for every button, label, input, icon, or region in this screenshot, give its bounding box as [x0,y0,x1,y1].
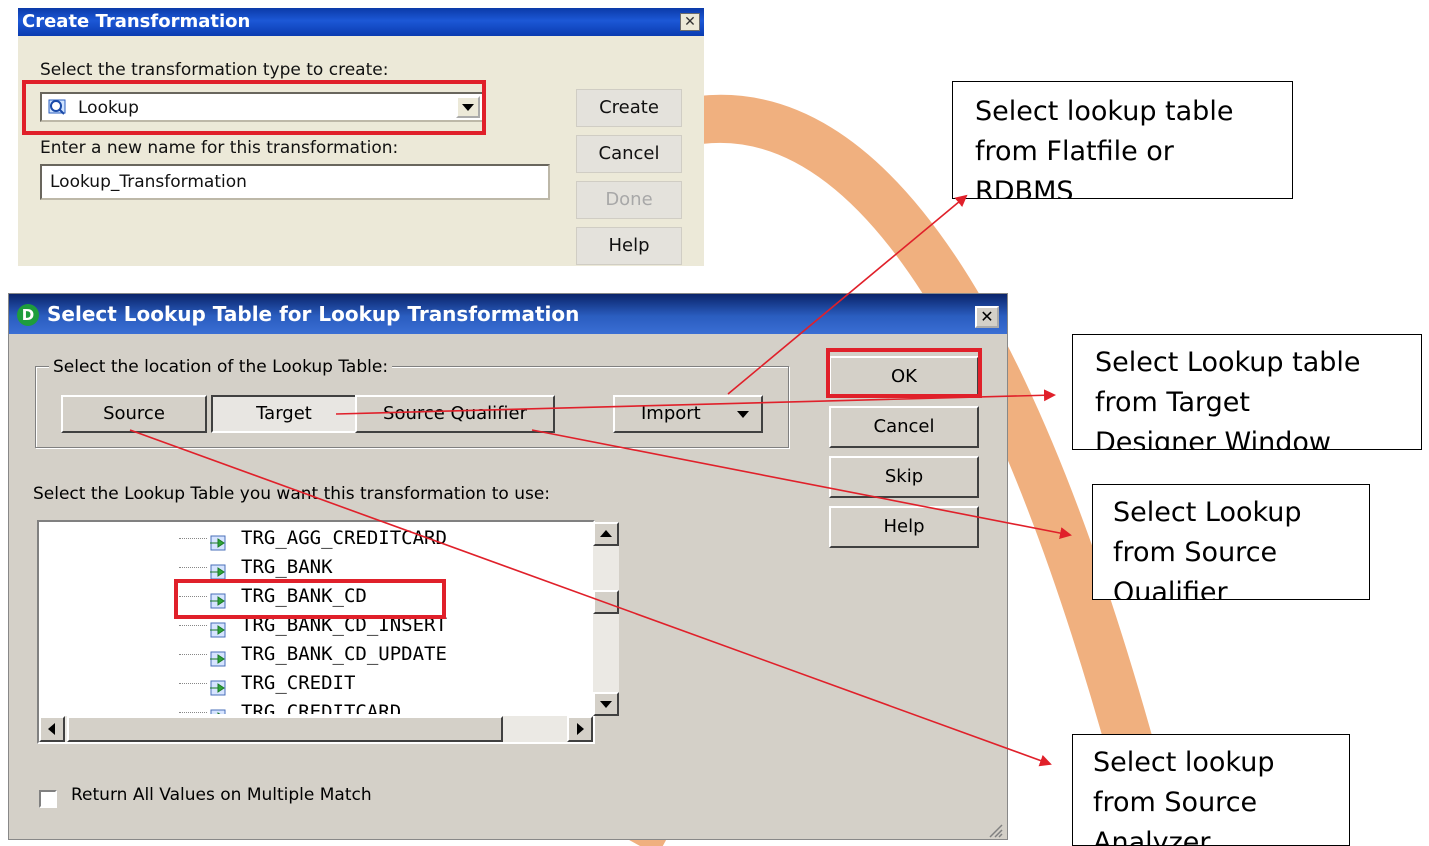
target-table-icon [209,676,227,695]
transformation-name-value: Lookup_Transformation [50,172,247,192]
create-dialog-title: Create Transformation [18,8,704,36]
transformation-type-value: Lookup [78,98,139,118]
name-prompt-label: Enter a new name for this transformation… [40,138,399,158]
source-button[interactable]: Source [61,395,207,433]
target-table-icon [209,589,227,608]
lookup-table-list[interactable]: TRG_AGG_CREDITCARD TRG_BANK TRG_BANK_CD … [37,520,619,744]
target-table-icon [209,560,227,579]
help-button[interactable]: Help [576,227,682,265]
done-button[interactable]: Done [576,181,682,219]
transformation-type-select[interactable]: Lookup [40,92,484,122]
scroll-up-arrow-icon[interactable] [593,522,619,546]
transformation-name-field[interactable]: Lookup_Transformation [40,164,550,200]
resize-grip-icon[interactable] [987,822,1003,838]
scroll-right-arrow-icon[interactable] [567,716,593,742]
list-item[interactable]: TRG_BANK_CD_UPDATE [209,640,447,668]
select-lookup-table-dialog: Select Lookup Table for Lookup Transform… [8,293,1008,840]
scroll-left-arrow-icon[interactable] [39,716,65,742]
type-prompt-label: Select the transformation type to create… [40,60,389,80]
list-item-selected[interactable]: TRG_BANK_CD [209,582,367,610]
lookup-icon [48,98,70,116]
chevron-down-icon[interactable] [456,96,480,118]
import-button[interactable]: Import [613,395,763,433]
location-legend: Select the location of the Lookup Table: [49,357,393,377]
skip-button[interactable]: Skip [829,456,979,498]
target-table-icon [209,705,227,714]
cancel-button[interactable]: Cancel [576,135,682,173]
list-item[interactable]: TRG_AGG_CREDITCARD [209,524,447,552]
chevron-down-icon [733,407,753,421]
create-button[interactable]: Create [576,89,682,127]
vertical-scrollbar[interactable] [593,522,619,716]
app-logo-icon: D [17,304,39,326]
callout-source-analyzer: Select lookup from Source Analyzer [1072,734,1350,846]
scroll-thumb[interactable] [593,590,619,614]
create-transformation-dialog: Create Transformation ✕ Select the trans… [18,8,704,266]
return-all-values-checkbox[interactable] [39,790,57,808]
table-prompt-label: Select the Lookup Table you want this tr… [33,484,551,504]
cancel-button[interactable]: Cancel [829,406,979,448]
callout-source-qualifier: Select Lookup from Source Qualifier [1092,484,1370,600]
create-dialog-close-button[interactable]: ✕ [680,13,700,31]
lookup-dialog-close-button[interactable]: ✕ [975,306,999,328]
scroll-down-arrow-icon[interactable] [593,692,619,716]
list-item[interactable]: TRG_CREDITCARD [209,698,401,714]
callout-target: Select Lookup table from Target Designer W… [1072,334,1422,450]
import-label: Import [641,403,701,424]
target-table-icon [209,647,227,666]
ok-button[interactable]: OK [829,356,979,398]
horizontal-scrollbar[interactable] [39,716,593,742]
source-qualifier-button[interactable]: Source Qualifier [355,395,555,433]
list-item[interactable]: TRG_BANK [209,553,333,581]
list-item[interactable]: TRG_BANK_CD_INSERT [209,611,447,639]
callout-flatfile: Select lookup table from Flatfile or RDBMS [952,81,1293,199]
target-table-icon [209,531,227,550]
return-all-values-label: Return All Values on Multiple Match [71,785,372,805]
list-item[interactable]: TRG_CREDIT [209,669,355,697]
lookup-dialog-title: Select Lookup Table for Lookup Transform… [9,294,1007,334]
target-button[interactable]: Target [211,395,357,433]
horizontal-scroll-thumb[interactable] [67,716,503,742]
target-table-icon [209,618,227,637]
help-button[interactable]: Help [829,506,979,548]
